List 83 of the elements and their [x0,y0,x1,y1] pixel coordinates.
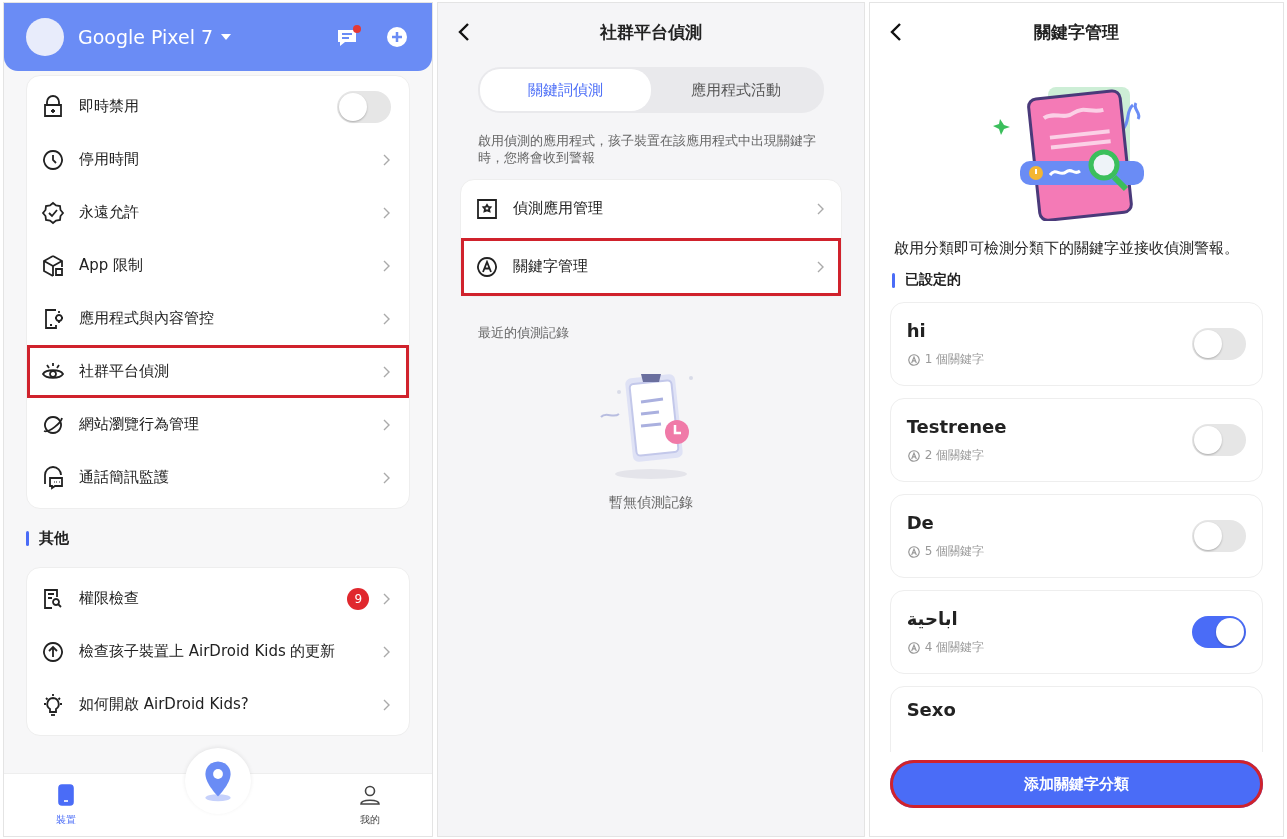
tab[interactable]: 應用程式活動 [651,69,822,111]
chevron-right-icon [383,645,392,658]
description-text: 啟用分類即可檢測分類下的關鍵字並接收偵測警報。 [893,239,1240,258]
toggle-switch[interactable] [337,90,392,123]
nav-tab[interactable]: 裝置 [54,774,78,836]
empty-state-text: 暫無偵測記錄 [608,493,694,512]
other-item[interactable]: 權限檢查 9 [27,572,410,625]
person-icon [358,783,383,807]
chevron-right-icon [383,206,392,219]
feature-item[interactable]: 社群平台偵測 [27,345,410,398]
category-name: Testrenee [906,416,1008,437]
keyword-count: 4 個關鍵字 [906,639,1192,656]
description-text: 啟用偵測的應用程式，孩子裝置在該應用程式中出現關鍵字時，您將會收到警報 [478,133,818,167]
upload-circle-icon [41,639,65,664]
feature-label: 應用程式與內容管控 [79,309,215,328]
feature-label: 永遠允許 [79,203,140,222]
chevron-right-icon [383,365,392,378]
item-label: 權限檢查 [79,589,140,608]
keyword-category-card[interactable]: De 5 個關鍵字 [889,494,1263,578]
feature-label: 即時禁用 [79,97,140,116]
chevron-right-icon [816,202,825,215]
chevron-right-icon [383,418,392,431]
other-item[interactable]: 如何開啟 AirDroid Kids? [27,678,410,731]
chevron-right-icon [383,259,392,272]
recent-title: 最近的偵測記錄 [478,324,571,342]
feature-item[interactable]: 停用時間 [27,133,410,186]
keyword-count: 5 個關鍵字 [906,543,1192,560]
check-badge-icon [41,200,65,225]
toggle-switch[interactable] [1192,328,1246,360]
feature-label: 通話簡訊監護 [79,468,170,487]
count-badge: 9 [347,587,370,610]
keyword-category-card[interactable]: Testrenee 2 個關鍵字 [889,398,1263,482]
toggle-switch[interactable] [1192,616,1246,648]
letter-a-circle-icon [475,254,500,279]
category-name: Sexo [906,699,957,720]
section-title: 已設定的 [869,258,1283,302]
chevron-right-icon [383,312,392,325]
section-title: 其他 [26,509,411,567]
caret-icon[interactable] [221,34,232,40]
toggle-switch[interactable] [1192,424,1246,456]
message-icon[interactable] [336,25,363,49]
feature-item[interactable]: 即時禁用 [27,80,410,133]
chat-bubble-icon [41,465,65,490]
keyword-count: 1 個關鍵字 [906,351,1192,368]
feature-label: App 限制 [79,256,145,275]
item-label: 如何開啟 AirDroid Kids? [79,695,250,714]
screen-title: 關鍵字管理 [1033,20,1119,44]
lock-icon [41,94,65,119]
feature-item[interactable]: 永遠允許 [27,186,410,239]
avatar-icon [26,18,64,56]
back-icon[interactable] [458,22,471,42]
chevron-right-icon [383,698,392,711]
category-name: اباحية [906,608,959,629]
cube-icon [41,253,65,278]
lightbulb-icon [41,692,65,717]
feature-item[interactable]: 應用程式與內容管控 [27,292,410,345]
feature-item[interactable]: 通話簡訊監護 [27,451,410,504]
nav-tab[interactable]: 我的 [358,774,383,836]
feature-item[interactable]: App 限制 [27,239,410,292]
chevron-right-icon [383,471,392,484]
feature-label: 停用時間 [79,150,140,169]
keyword-count: 2 個關鍵字 [906,447,1192,464]
menu-label: 關鍵字管理 [513,257,590,277]
category-name: De [906,512,935,533]
menu-label: 偵測應用管理 [513,199,605,219]
chevron-right-icon [383,153,392,166]
chevron-right-icon [816,260,825,273]
item-label: 檢查孩子裝置上 AirDroid Kids 的更新 [79,642,337,661]
tab[interactable]: 關鍵詞偵測 [480,69,651,111]
clock-icon [41,147,65,172]
feature-item[interactable]: 網站瀏覽行為管理 [27,398,410,451]
back-icon[interactable] [889,22,902,42]
keyword-category-card[interactable]: hi 1 個關鍵字 [889,302,1263,386]
category-name: hi [906,320,927,341]
menu-item[interactable]: 關鍵字管理 [461,237,841,296]
add-category-button[interactable]: 添加關鍵字分類 [889,760,1263,808]
menu-item[interactable]: 偵測應用管理 [461,179,841,238]
chevron-right-icon [383,592,392,605]
other-item[interactable]: 檢查孩子裝置上 AirDroid Kids 的更新 [27,625,410,678]
feature-label: 網站瀏覽行為管理 [79,415,200,434]
feature-label: 社群平台偵測 [79,362,170,381]
screen-title: 社群平台偵測 [600,20,702,44]
toggle-switch[interactable] [1192,520,1246,552]
